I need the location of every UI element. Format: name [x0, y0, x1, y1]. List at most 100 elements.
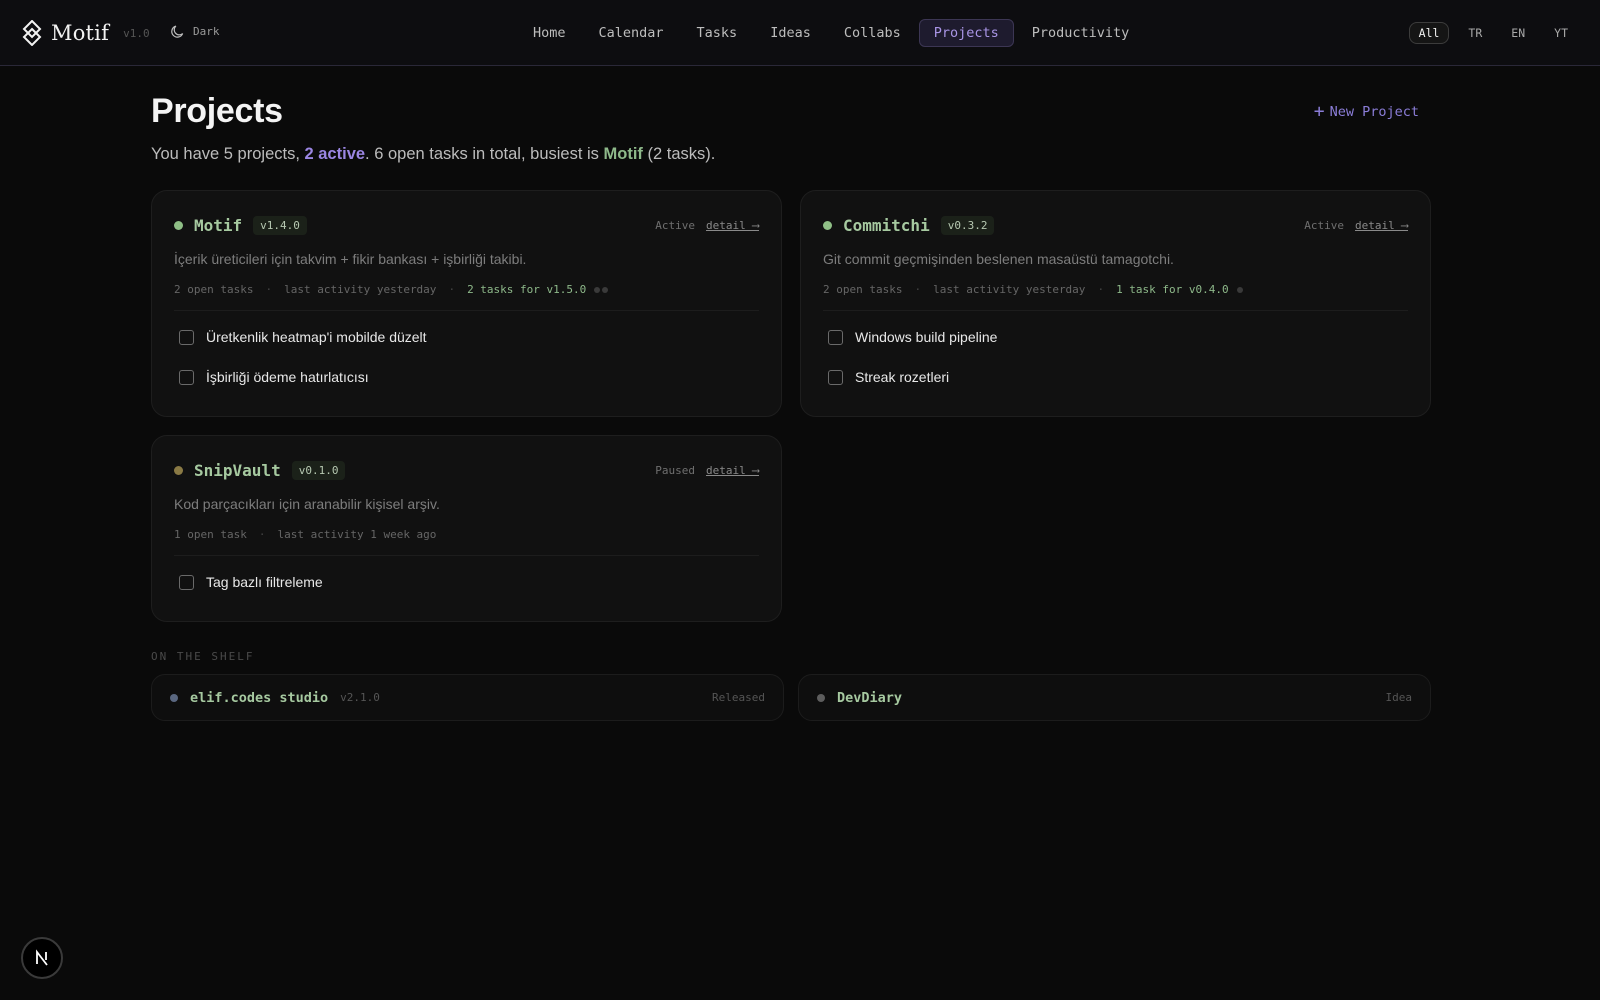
- task-item[interactable]: Üretkenlik heatmap'i mobilde düzelt: [179, 329, 427, 345]
- version-badge: v1.4.0: [253, 215, 307, 235]
- status-label: Paused: [655, 463, 696, 477]
- detail-link[interactable]: detail ⟶: [706, 219, 759, 232]
- project-name[interactable]: SnipVault: [194, 461, 281, 480]
- task-checkbox[interactable]: [828, 369, 843, 385]
- summary-middle: . 6 open tasks in total, busiest is: [365, 145, 604, 163]
- lang-yt[interactable]: YT: [1544, 22, 1578, 44]
- nav-projects[interactable]: Projects: [918, 19, 1014, 47]
- release-info: 2 tasks for v1.5.0: [467, 283, 587, 296]
- page-title: Projects: [151, 92, 283, 130]
- nav-tasks[interactable]: Tasks: [682, 19, 753, 47]
- status-label: Active: [1304, 218, 1345, 232]
- new-project-button[interactable]: + New Project: [1313, 101, 1419, 122]
- status-dot: [817, 693, 825, 702]
- project-name[interactable]: Commitchi: [843, 216, 930, 235]
- status-dot: [170, 693, 178, 702]
- task-checkbox[interactable]: [828, 329, 843, 345]
- meta-separator: ·: [448, 283, 456, 296]
- projects-summary: You have 5 projects, 2 active. 6 open ta…: [151, 145, 715, 164]
- theme-label: Dark: [193, 25, 220, 38]
- new-project-label: New Project: [1329, 104, 1419, 120]
- lang-all[interactable]: All: [1408, 22, 1450, 44]
- last-activity: last activity 1 week ago: [277, 528, 437, 541]
- project-description: İçerik üreticileri için takvim + fikir b…: [174, 251, 527, 267]
- brand[interactable]: Motif v1.0: [22, 20, 150, 46]
- motif-logo-icon: [22, 20, 42, 46]
- project-card-commitchi: Commitchi v0.3.2 Active detail ⟶ Git com…: [800, 190, 1431, 417]
- release-progress-dots: [592, 286, 609, 293]
- task-label: Üretkenlik heatmap'i mobilde düzelt: [206, 329, 427, 345]
- task-item[interactable]: Windows build pipeline: [828, 329, 997, 345]
- divider: [174, 310, 759, 311]
- language-filter: All TR EN YT: [1400, 22, 1578, 44]
- meta-separator: ·: [914, 283, 922, 296]
- lang-tr[interactable]: TR: [1458, 22, 1492, 44]
- task-item[interactable]: Streak rozetleri: [828, 369, 949, 385]
- project-description: Git commit geçmişinden beslenen masaüstü…: [823, 251, 1174, 267]
- app-version: v1.0: [123, 26, 150, 40]
- shelf-item-status: Released: [712, 691, 765, 704]
- project-name[interactable]: Motif: [194, 216, 242, 235]
- task-item[interactable]: İşbirliği ödeme hatırlatıcısı: [179, 369, 369, 385]
- task-label: İşbirliği ödeme hatırlatıcısı: [206, 369, 369, 385]
- nav-calendar[interactable]: Calendar: [584, 19, 679, 47]
- divider: [174, 555, 759, 556]
- task-checkbox[interactable]: [179, 369, 194, 385]
- theme-toggle[interactable]: Dark: [170, 24, 220, 39]
- task-label: Tag bazlı filtreleme: [206, 574, 323, 590]
- project-card-snipvault: SnipVault v0.1.0 Paused detail ⟶ Kod par…: [151, 435, 782, 622]
- task-checkbox[interactable]: [179, 329, 194, 345]
- moon-icon: [171, 25, 184, 38]
- shelf-item-version: v2.1.0: [340, 691, 380, 704]
- meta-separator: ·: [258, 528, 266, 541]
- divider: [823, 310, 1408, 311]
- summary-active-count: 2 active: [304, 145, 366, 163]
- summary-prefix: You have 5 projects,: [151, 145, 305, 163]
- nav-productivity[interactable]: Productivity: [1017, 19, 1145, 47]
- project-meta: 2 open tasks · last activity yesterday ·…: [823, 283, 1243, 296]
- project-description: Kod parçacıkları için aranabilir kişisel…: [174, 496, 440, 512]
- open-tasks-count: 2 open tasks: [174, 283, 254, 296]
- shelf-item-name: DevDiary: [837, 689, 903, 706]
- summary-suffix: (2 tasks).: [642, 145, 716, 163]
- top-bar: Motif v1.0 Dark Home Calendar Tasks Idea…: [0, 0, 1600, 66]
- project-card-motif: Motif v1.4.0 Active detail ⟶ İçerik üret…: [151, 190, 782, 417]
- shelf-item[interactable]: elif.codes studio v2.1.0 Released: [151, 674, 784, 721]
- meta-separator: ·: [1097, 283, 1105, 296]
- release-progress-dots: [1235, 286, 1243, 293]
- nav-ideas[interactable]: Ideas: [755, 19, 826, 47]
- lang-en[interactable]: EN: [1501, 22, 1535, 44]
- summary-busiest: Motif: [603, 145, 643, 163]
- project-meta: 1 open task · last activity 1 week ago: [174, 528, 436, 541]
- shelf-item[interactable]: DevDiary Idea: [798, 674, 1431, 721]
- version-badge: v0.3.2: [940, 215, 995, 235]
- shelf-item-name: elif.codes studio: [190, 689, 329, 706]
- last-activity: last activity yesterday: [933, 283, 1086, 296]
- nav-collabs[interactable]: Collabs: [829, 19, 916, 47]
- last-activity: last activity yesterday: [284, 283, 437, 296]
- open-tasks-count: 1 open task: [174, 528, 247, 541]
- shelf-item-status: Idea: [1385, 691, 1413, 704]
- status-dot: [823, 220, 832, 230]
- task-item[interactable]: Tag bazlı filtreleme: [179, 574, 323, 590]
- plus-icon: +: [1313, 101, 1325, 122]
- task-label: Windows build pipeline: [855, 329, 998, 345]
- shelf-section-label: ON THE SHELF: [151, 650, 255, 663]
- nav-home[interactable]: Home: [518, 19, 581, 47]
- status-dot: [174, 465, 183, 475]
- project-meta: 2 open tasks · last activity yesterday ·…: [174, 283, 609, 296]
- app-name: Motif: [51, 21, 110, 45]
- version-badge: v0.1.0: [291, 460, 346, 480]
- release-info: 1 task for v0.4.0: [1116, 283, 1229, 296]
- status-label: Active: [655, 218, 696, 232]
- detail-link[interactable]: detail ⟶: [706, 464, 759, 477]
- nextjs-icon[interactable]: [21, 937, 63, 979]
- task-label: Streak rozetleri: [855, 369, 950, 385]
- detail-link[interactable]: detail ⟶: [1355, 219, 1408, 232]
- nextjs-logo-icon: [36, 949, 48, 966]
- status-dot: [174, 220, 183, 230]
- meta-separator: ·: [265, 283, 273, 296]
- main-nav: Home Calendar Tasks Ideas Collabs Projec…: [518, 19, 1147, 47]
- task-checkbox[interactable]: [179, 574, 194, 590]
- open-tasks-count: 2 open tasks: [823, 283, 903, 296]
